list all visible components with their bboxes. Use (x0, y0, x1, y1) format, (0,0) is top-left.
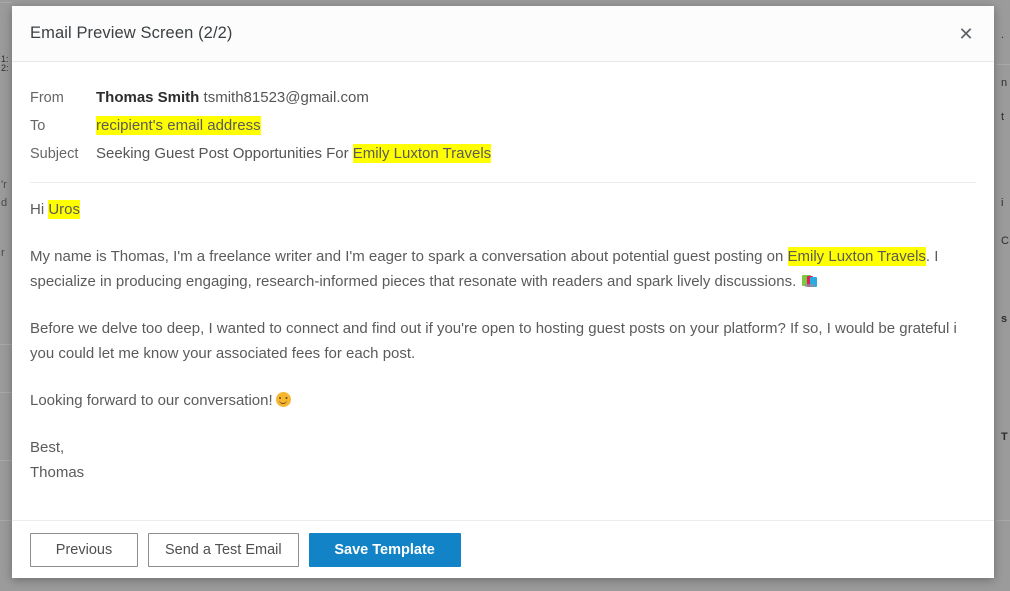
backdrop-fragment: . (1001, 29, 1005, 41)
paragraph-1-part-1: My name is Thomas, I'm a freelance write… (30, 248, 788, 265)
email-header-fields: From Thomas Smith tsmith81523@gmail.com … (30, 84, 976, 183)
email-paragraph-2: Before we delve too deep, I wanted to co… (30, 320, 957, 362)
modal-footer: Previous Send a Test Email Save Template (12, 520, 994, 578)
backdrop-fragment: n (1001, 77, 1008, 89)
field-row-to: To recipient's email address (30, 112, 976, 140)
backdrop-fragment: s (1001, 313, 1008, 325)
field-value-to: recipient's email address (96, 112, 261, 140)
books-emoji (802, 275, 818, 288)
close-icon[interactable]: ✕ (952, 20, 980, 48)
save-template-button[interactable]: Save Template (308, 532, 461, 567)
paragraph-1-highlight: Emily Luxton Travels (787, 247, 926, 266)
paragraph-3-text: Looking forward to our conversation! (30, 392, 273, 409)
sender-name: Thomas Smith (96, 89, 200, 106)
field-value-from: Thomas Smith tsmith81523@gmail.com (96, 84, 369, 112)
field-label-to: To (30, 118, 46, 134)
modal-body: From Thomas Smith tsmith81523@gmail.com … (12, 62, 994, 520)
backdrop-fragment: t (1001, 111, 1005, 123)
modal-header: Email Preview Screen (2/2) ✕ (12, 6, 994, 62)
field-row-subject: Subject Seeking Guest Post Opportunities… (30, 140, 976, 168)
field-value-subject: Seeking Guest Post Opportunities For Emi… (96, 140, 492, 168)
field-row-from: From Thomas Smith tsmith81523@gmail.com (30, 84, 976, 112)
email-paragraph-1: My name is Thomas, I'm a freelance write… (30, 244, 974, 294)
email-body-text: Hi Uros My name is Thomas, I'm a freelan… (30, 189, 974, 485)
backdrop-fragment: C (1001, 235, 1009, 247)
field-label-from: From (30, 90, 64, 106)
send-test-email-button[interactable]: Send a Test Email (148, 532, 299, 567)
email-paragraph-3: Looking forward to our conversation! (30, 388, 974, 413)
greeting-prefix: Hi (30, 201, 49, 218)
signoff-text: Best, (30, 439, 65, 456)
previous-button[interactable]: Previous (30, 532, 138, 567)
email-signoff: Best, (30, 435, 974, 460)
email-greeting: Hi Uros (30, 197, 974, 222)
backdrop-fragment: T (1001, 431, 1008, 443)
subject-highlight: Emily Luxton Travels (352, 144, 492, 163)
backdrop-fragment: d (1, 197, 8, 209)
email-signature: Thomas (30, 464, 85, 481)
backdrop-fragment: 'r (1, 179, 7, 191)
subject-text: Seeking Guest Post Opportunities For (96, 145, 353, 162)
backdrop-fragment: i (1001, 197, 1004, 209)
email-preview-modal: Email Preview Screen (2/2) ✕ From Thomas… (12, 6, 994, 578)
backdrop-fragment: r (1, 247, 5, 259)
greeting-name-highlight: Uros (48, 200, 81, 219)
recipient-placeholder-highlight: recipient's email address (96, 116, 261, 135)
sender-email: tsmith81523@gmail.com (203, 89, 369, 106)
smiling-face-emoji (275, 392, 291, 407)
field-label-subject: Subject (30, 146, 79, 162)
page-title: Email Preview Screen (2/2) (30, 24, 233, 42)
backdrop-fragment: 2: (1, 63, 9, 73)
